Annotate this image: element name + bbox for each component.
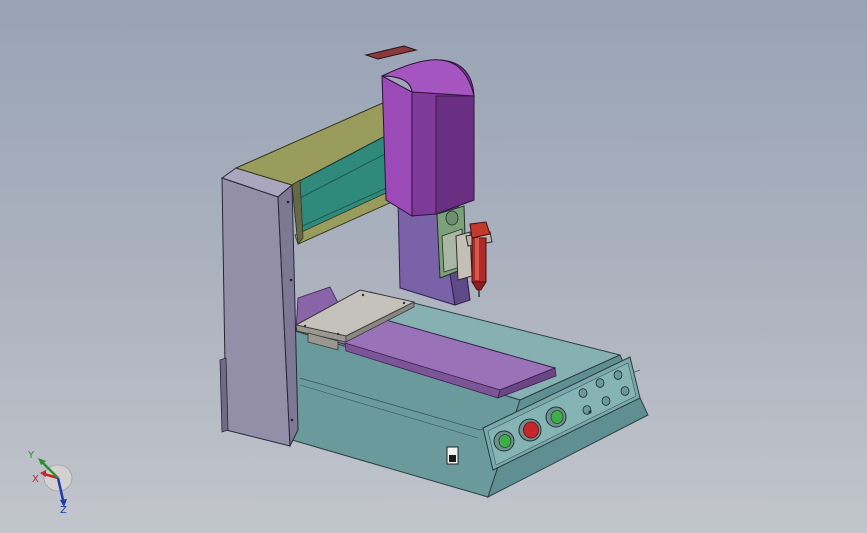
cad-scene: Y X Z bbox=[27, 45, 649, 516]
syringe-barrel bbox=[469, 221, 491, 297]
start-button-right[interactable] bbox=[545, 406, 567, 428]
emergency-stop-button[interactable] bbox=[518, 418, 542, 442]
cad-viewport[interactable]: Y X Z bbox=[0, 0, 867, 533]
start-button-left[interactable] bbox=[493, 430, 515, 452]
coordinate-triad: Y X Z bbox=[27, 450, 73, 516]
z-axis-label: Z bbox=[60, 505, 67, 516]
power-switch[interactable] bbox=[446, 446, 459, 465]
y-axis-label: Y bbox=[27, 450, 35, 461]
x-axis-label: X bbox=[32, 474, 39, 485]
left-column bbox=[219, 167, 299, 448]
